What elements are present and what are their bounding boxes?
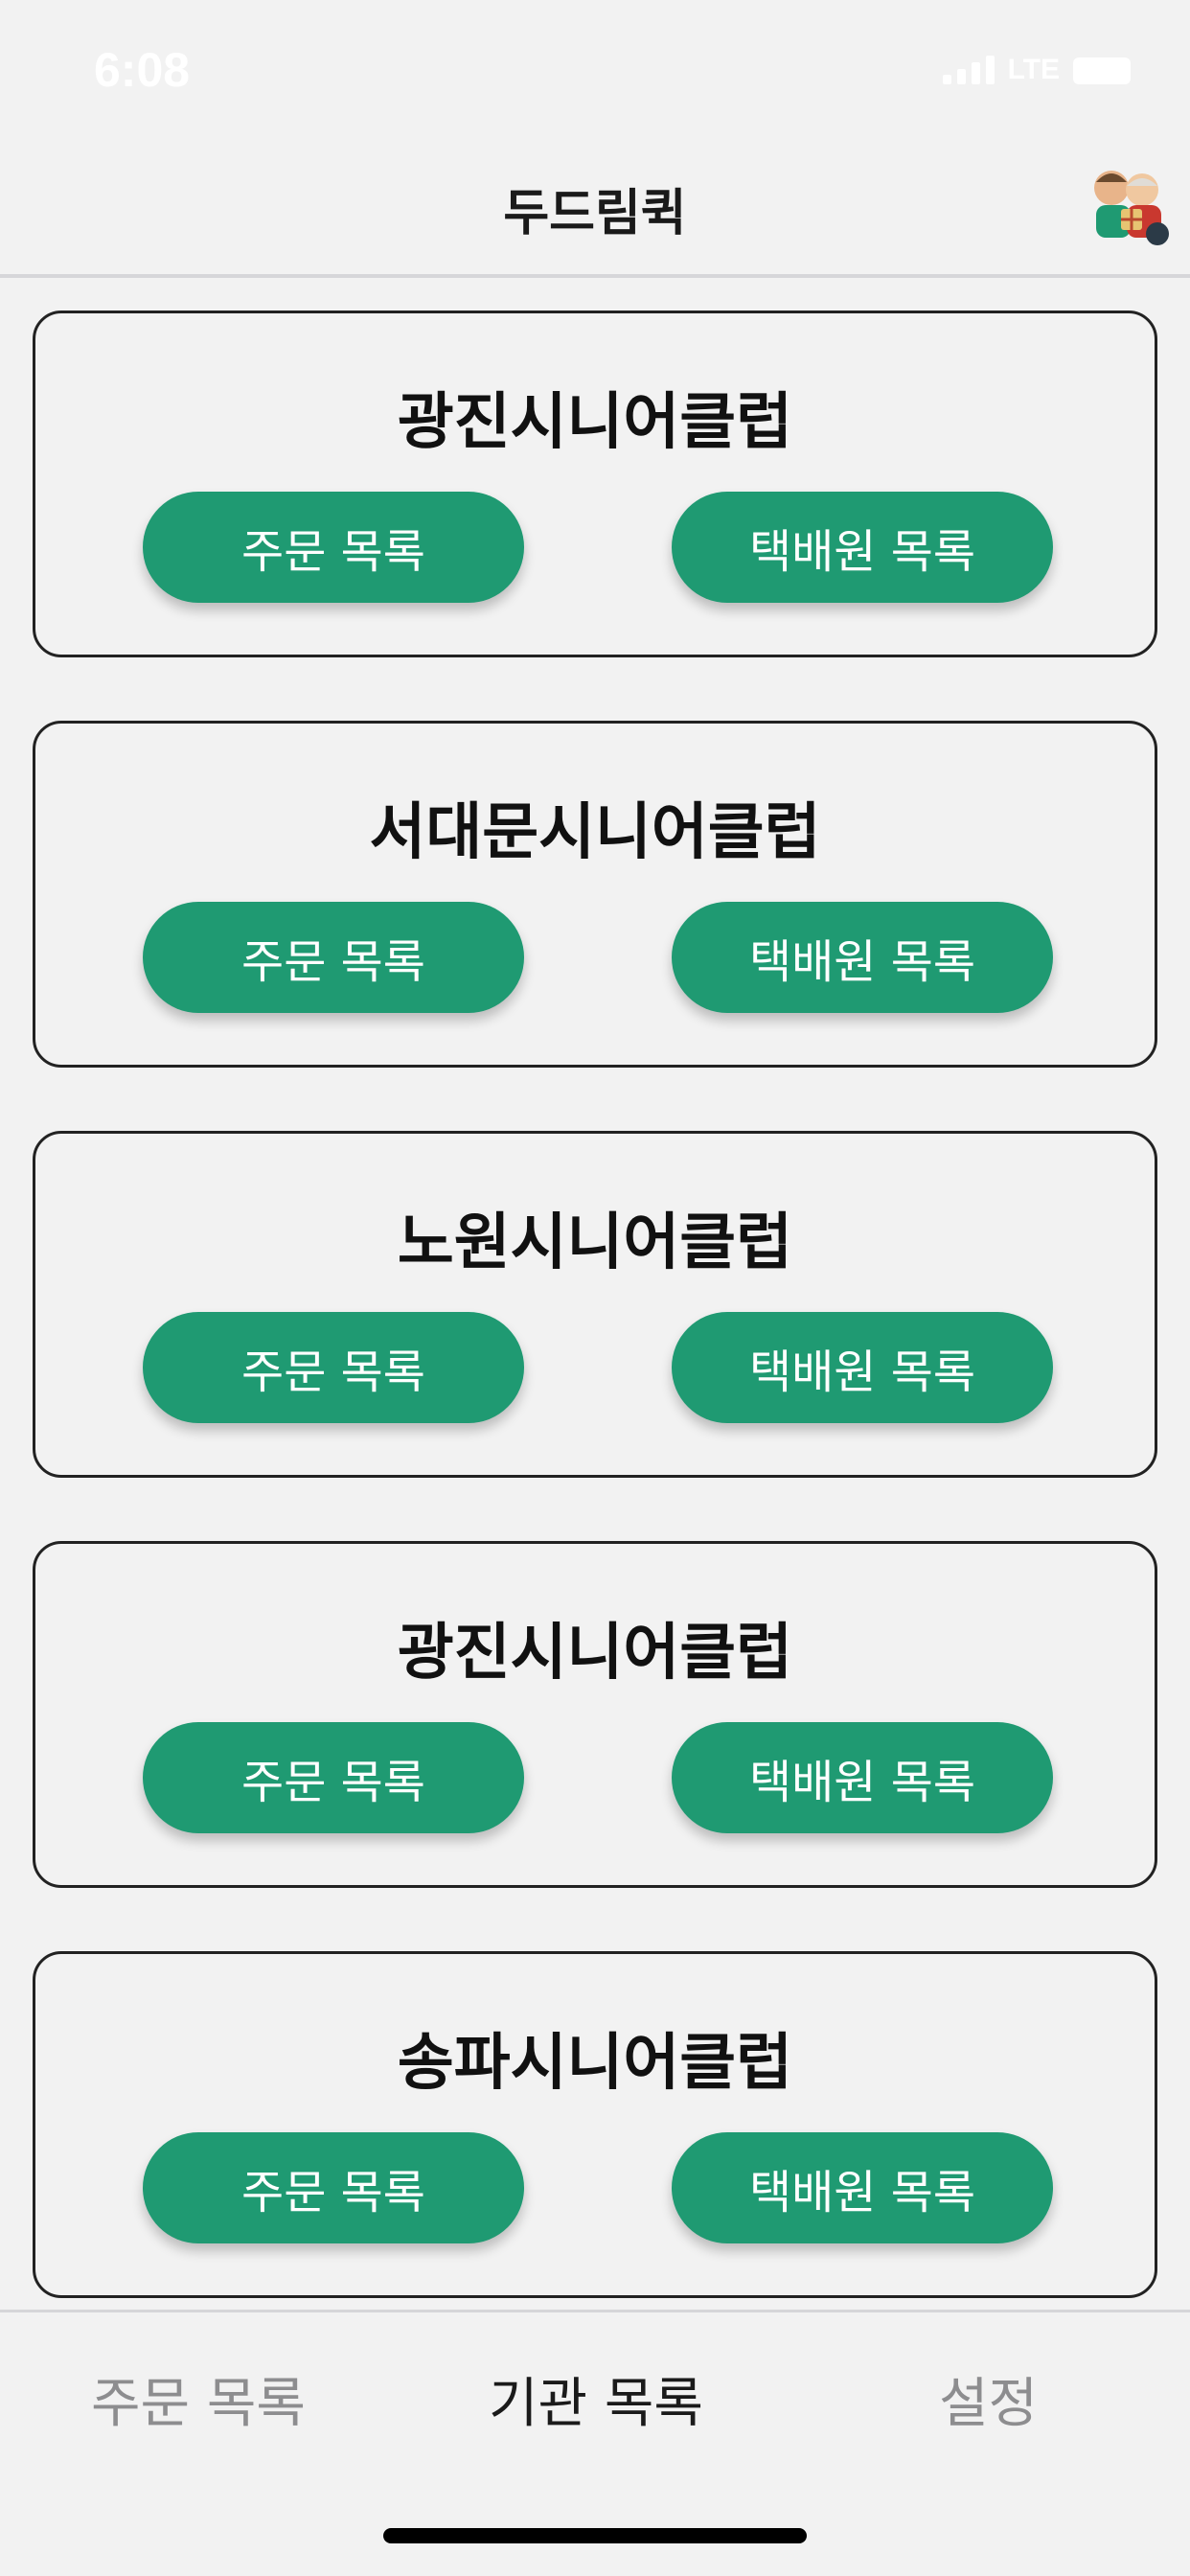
profile-avatar-icon[interactable] xyxy=(1083,161,1175,253)
agency-card: 송파시니어클럽 주문 목록 택배원 목록 xyxy=(33,1951,1157,2298)
order-list-button[interactable]: 주문 목록 xyxy=(143,902,524,1013)
order-list-button[interactable]: 주문 목록 xyxy=(143,1722,524,1833)
agency-name: 광진시니어클럽 xyxy=(397,1618,793,1689)
status-bar: 6:08 LTE xyxy=(0,0,1190,144)
status-time: 6:08 xyxy=(94,43,191,97)
courier-list-button[interactable]: 택배원 목록 xyxy=(672,902,1053,1013)
home-indicator[interactable] xyxy=(383,2528,807,2543)
app-header: 두드림퀵 xyxy=(0,144,1190,278)
agency-card: 광진시니어클럽 주문 목록 택배원 목록 xyxy=(33,310,1157,657)
tab-agency-list[interactable]: 기관 목록 xyxy=(489,2360,703,2438)
page-title: 두드림퀵 xyxy=(503,185,687,242)
agency-list[interactable]: 광진시니어클럽 주문 목록 택배원 목록 서대문시니어클럽 주문 목록 택배원 … xyxy=(0,282,1190,2310)
signal-icon xyxy=(942,56,995,84)
agency-card: 서대문시니어클럽 주문 목록 택배원 목록 xyxy=(33,721,1157,1068)
courier-list-button[interactable]: 택배원 목록 xyxy=(672,1312,1053,1423)
agency-name: 서대문시니어클럽 xyxy=(369,797,821,868)
tab-order-list[interactable]: 주문 목록 xyxy=(91,2360,306,2438)
agency-name: 노원시니어클럽 xyxy=(397,1208,793,1278)
courier-list-button[interactable]: 택배원 목록 xyxy=(672,1722,1053,1833)
courier-list-button[interactable]: 택배원 목록 xyxy=(672,492,1053,603)
order-list-button[interactable]: 주문 목록 xyxy=(143,1312,524,1423)
agency-name: 송파시니어클럽 xyxy=(397,2028,793,2099)
status-indicators: LTE xyxy=(942,54,1131,85)
agency-card: 광진시니어클럽 주문 목록 택배원 목록 xyxy=(33,1541,1157,1888)
courier-list-button[interactable]: 택배원 목록 xyxy=(672,2132,1053,2243)
order-list-button[interactable]: 주문 목록 xyxy=(143,492,524,603)
order-list-button[interactable]: 주문 목록 xyxy=(143,2132,524,2243)
battery-icon xyxy=(1073,58,1131,84)
agency-card: 노원시니어클럽 주문 목록 택배원 목록 xyxy=(33,1131,1157,1478)
agency-name: 광진시니어클럽 xyxy=(397,387,793,458)
network-label: LTE xyxy=(1007,54,1060,85)
tab-settings[interactable]: 설정 xyxy=(939,2360,1038,2438)
